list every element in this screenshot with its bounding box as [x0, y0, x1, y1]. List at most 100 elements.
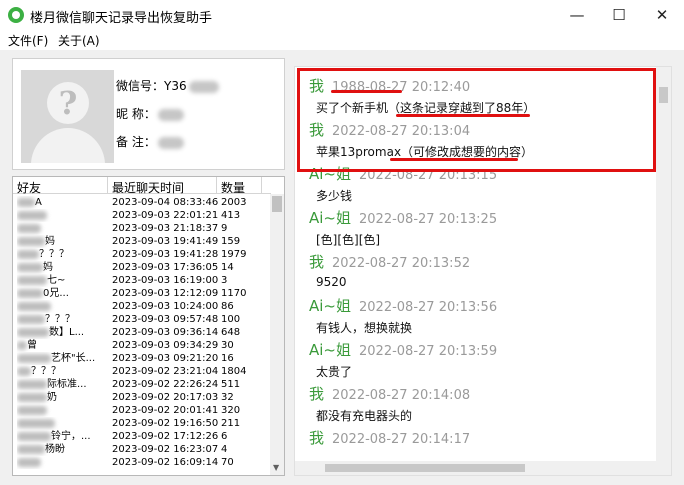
message-sender: Ai~姐 — [309, 209, 351, 227]
column-divider[interactable] — [261, 177, 262, 194]
column-header-last-chat[interactable]: 最近聊天时间 — [112, 179, 184, 196]
table-header: 好友 最近聊天时间 数量 — [13, 177, 271, 196]
message-timestamp: 2022-08-27 20:14:08 — [332, 388, 470, 403]
redacted-blur — [17, 275, 47, 285]
friend-name-text: 际标准... — [47, 379, 87, 390]
table-row[interactable]: 杨盼 2023-09-02 16:23:07 4 — [13, 443, 271, 456]
message-count: 3 — [221, 275, 228, 286]
message-count: 70 — [221, 457, 234, 468]
redacted-blur — [17, 366, 31, 376]
table-row[interactable]: A 2023-09-04 08:33:46 2003 — [13, 196, 271, 209]
message-sender: 我 — [309, 429, 325, 447]
message-count: 86 — [221, 301, 234, 312]
table-row[interactable]: 2023-09-03 21:18:37 9 — [13, 222, 271, 235]
column-header-friend[interactable]: 好友 — [17, 179, 41, 196]
redacted-blur — [17, 197, 35, 207]
chat-scrollbar[interactable] — [656, 67, 671, 475]
table-row[interactable]: 七~ 2023-09-03 16:19:00 3 — [13, 274, 271, 287]
table-row[interactable]: 2023-09-03 22:01:21 413 — [13, 209, 271, 222]
redacted-blur — [17, 457, 41, 467]
table-row[interactable]: 2023-09-02 20:01:41 320 — [13, 404, 271, 417]
table-row[interactable]: 数】L... 2023-09-03 09:36:14 648 — [13, 326, 271, 339]
friend-name-text: 铃宁，... — [51, 431, 91, 442]
scroll-thumb[interactable] — [272, 196, 282, 212]
redacted-blur — [17, 418, 55, 428]
friend-name — [17, 417, 107, 430]
friend-name-text: 0兄... — [43, 288, 69, 299]
friend-name-text: 妈 — [43, 262, 53, 273]
message-text: 多少钱 — [316, 189, 353, 203]
table-row[interactable]: 际标准... 2023-09-02 22:26:24 511 — [13, 378, 271, 391]
message-count: 320 — [221, 405, 241, 416]
friend-name-text: 艺杯"长... — [51, 353, 96, 364]
maximize-button[interactable]: ☐ — [597, 4, 641, 26]
message-time: 20:14:17 — [411, 432, 471, 447]
nickname-label: 昵 称： — [116, 107, 156, 121]
table-row[interactable]: ？？？ 2023-09-03 19:41:28 1979 — [13, 248, 271, 261]
friend-name: A — [17, 196, 107, 209]
table-row[interactable]: 铃宁，... 2023-09-02 17:12:26 6 — [13, 430, 271, 443]
wechat-id-value: Y36 — [164, 79, 187, 93]
column-divider[interactable] — [107, 177, 108, 194]
message-count: 2003 — [221, 197, 247, 208]
table-row[interactable]: 2023-09-02 16:09:14 70 — [13, 456, 271, 469]
friend-name: 曾 — [17, 339, 107, 352]
friend-name-text: 七~ — [47, 275, 66, 286]
last-chat-time: 2023-09-03 10:24:00 — [112, 301, 219, 312]
wechat-id-label: 微信号： — [116, 79, 165, 93]
scroll-thumb[interactable] — [659, 87, 668, 103]
app-window: 楼月微信聊天记录导出恢复助手 — ☐ ✕ 文件(F) 关于(A) ? 微信号：Y… — [0, 0, 684, 485]
redacted-blur — [17, 392, 47, 402]
last-chat-time: 2023-09-04 08:33:46 — [112, 197, 219, 208]
message-sender: Ai~姐 — [309, 297, 351, 315]
table-row[interactable]: 2023-09-03 10:24:00 86 — [13, 300, 271, 313]
chat-horizontal-scrollbar[interactable] — [295, 461, 658, 475]
message-date: 2022-08-27 — [332, 388, 408, 403]
column-divider[interactable] — [216, 177, 217, 194]
chat-message: Ai~姐 2022-08-27 20:13:59 太贵了 — [309, 339, 649, 379]
friends-table[interactable]: 好友 最近聊天时间 数量 A 2023-09-04 08:33:46 2003 202… — [12, 176, 285, 476]
highlight-box — [297, 68, 656, 172]
table-row[interactable]: ？？？ 2023-09-02 23:21:04 1804 — [13, 365, 271, 378]
scroll-thumb[interactable] — [325, 464, 525, 472]
table-row[interactable]: 妈 2023-09-03 19:41:49 159 — [13, 235, 271, 248]
friend-name: ？？？ — [17, 313, 107, 326]
message-text: 太贵了 — [316, 365, 353, 379]
redacted-blur — [157, 136, 184, 149]
friend-name-text: ？？？ — [39, 249, 69, 260]
remark-label: 备 注： — [116, 135, 156, 149]
redacted-blur — [17, 223, 41, 233]
message-text: 有钱人，想换就换 — [316, 321, 413, 335]
close-button[interactable]: ✕ — [640, 4, 684, 26]
scroll-down-icon[interactable]: ▼ — [273, 463, 279, 472]
chat-message: 我 2022-08-27 20:14:17 — [309, 427, 649, 448]
message-sender: 我 — [309, 385, 325, 403]
message-time: 20:13:56 — [438, 300, 498, 315]
table-row[interactable]: 2023-09-02 19:16:50 211 — [13, 417, 271, 430]
table-row[interactable]: 曾 2023-09-03 09:34:29 30 — [13, 339, 271, 352]
friend-name — [17, 404, 107, 417]
friends-scrollbar[interactable]: ▼ — [270, 194, 284, 475]
table-row[interactable]: ？？？ 2023-09-03 09:57:48 100 — [13, 313, 271, 326]
table-row[interactable]: 妈 2023-09-03 17:36:05 14 — [13, 261, 271, 274]
redacted-blur — [17, 288, 43, 298]
redacted-blur — [17, 314, 45, 324]
redacted-blur — [17, 340, 27, 350]
date-underline — [331, 90, 402, 93]
message-count: 1170 — [221, 288, 247, 299]
table-row[interactable]: 0兄... 2023-09-03 12:12:09 1170 — [13, 287, 271, 300]
last-chat-time: 2023-09-03 12:12:09 — [112, 288, 219, 299]
menu-file[interactable]: 文件(F) — [8, 32, 48, 49]
message-text: [色][色][色] — [316, 233, 381, 247]
friend-name — [17, 300, 107, 313]
column-header-count[interactable]: 数量 — [221, 179, 245, 196]
friend-name: 际标准... — [17, 378, 107, 391]
table-row[interactable]: 艺杯"长... 2023-09-03 09:21:20 16 — [13, 352, 271, 365]
last-chat-time: 2023-09-03 09:57:48 — [112, 314, 219, 325]
message-count: 648 — [221, 327, 241, 338]
friend-name: ？？？ — [17, 365, 107, 378]
table-row[interactable]: 奶 2023-09-02 20:17:03 32 — [13, 391, 271, 404]
minimize-button[interactable]: — — [555, 4, 599, 26]
menu-about[interactable]: 关于(A) — [58, 32, 100, 49]
redacted-blur — [17, 236, 45, 246]
